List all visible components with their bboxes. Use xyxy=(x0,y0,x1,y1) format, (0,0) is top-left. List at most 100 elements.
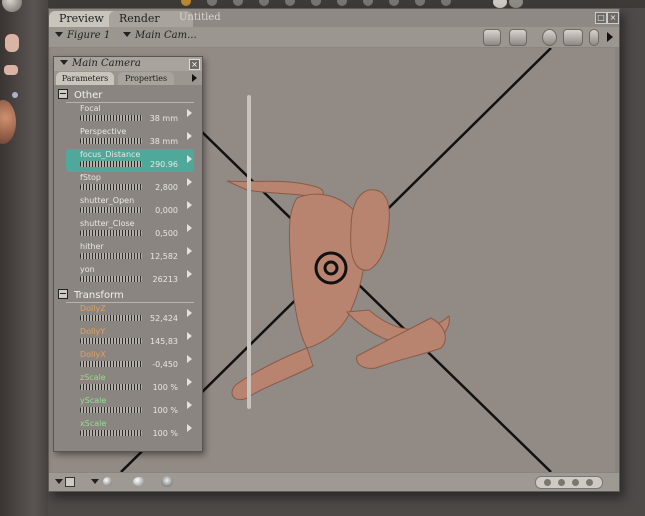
square-icon[interactable] xyxy=(65,477,75,487)
panel-scrollbar[interactable] xyxy=(247,95,251,409)
control-dot[interactable] xyxy=(415,0,425,6)
collapse-icon[interactable] xyxy=(58,89,68,99)
param-menu-icon[interactable] xyxy=(187,201,192,209)
control-dot[interactable] xyxy=(181,0,191,6)
param-dial[interactable] xyxy=(80,361,142,367)
param-value[interactable]: 12,582 xyxy=(150,252,178,261)
param-dial[interactable] xyxy=(80,115,142,121)
param-dial[interactable] xyxy=(80,161,142,167)
param-yon[interactable]: yon 26213 xyxy=(66,264,194,287)
param-menu-icon[interactable] xyxy=(187,309,192,317)
camera-icon[interactable] xyxy=(483,29,501,46)
panel-close-button[interactable]: × xyxy=(189,59,200,70)
param-menu-icon[interactable] xyxy=(187,424,192,432)
param-perspective[interactable]: Perspective 38 mm xyxy=(66,126,194,149)
param-dial[interactable] xyxy=(80,407,142,413)
control-dot[interactable] xyxy=(389,0,399,6)
param-menu-icon[interactable] xyxy=(187,401,192,409)
param-dial[interactable] xyxy=(80,315,142,321)
control-dot[interactable] xyxy=(233,0,243,6)
display-mode-pill[interactable] xyxy=(535,476,603,489)
param-dial[interactable] xyxy=(80,253,142,259)
param-menu-icon[interactable] xyxy=(187,270,192,278)
lighting-icon[interactable] xyxy=(133,477,145,486)
play-icon[interactable] xyxy=(607,32,613,42)
dot-icon[interactable] xyxy=(12,92,18,98)
param-menu-icon[interactable] xyxy=(187,355,192,363)
param-value[interactable]: 2,800 xyxy=(155,183,178,192)
param-zscale[interactable]: zScale 100 % xyxy=(66,372,194,395)
param-focal[interactable]: Focal 38 mm xyxy=(66,103,194,126)
arrow-icon[interactable] xyxy=(4,65,18,75)
collapse-icon[interactable] xyxy=(58,289,68,299)
param-menu-icon[interactable] xyxy=(187,178,192,186)
param-dial[interactable] xyxy=(80,230,142,236)
param-value[interactable]: -0,450 xyxy=(152,360,178,369)
param-dial[interactable] xyxy=(80,338,142,344)
param-dial[interactable] xyxy=(80,184,142,190)
param-menu-icon[interactable] xyxy=(187,247,192,255)
figure-icon[interactable] xyxy=(161,476,173,487)
param-value[interactable]: 100 % xyxy=(153,383,178,392)
camera-menu[interactable]: Main Cam... xyxy=(123,30,197,41)
control-dot[interactable] xyxy=(493,0,507,8)
param-dollyy[interactable]: DollyY 145,83 xyxy=(66,326,194,349)
param-dial[interactable] xyxy=(80,138,142,144)
param-shutter-close[interactable]: shutter_Close 0,500 xyxy=(66,218,194,241)
figure-menu[interactable]: Figure 1 xyxy=(55,30,110,41)
play-icon[interactable] xyxy=(192,74,197,82)
control-dot[interactable] xyxy=(509,0,523,8)
param-dollyx[interactable]: DollyX -0,450 xyxy=(66,349,194,372)
hand-icon[interactable] xyxy=(5,34,19,52)
param-dollyz[interactable]: DollyZ 52,424 xyxy=(66,303,194,326)
param-value[interactable]: 100 % xyxy=(153,429,178,438)
tab-properties[interactable]: Properties xyxy=(118,72,174,85)
lighting-icon[interactable] xyxy=(103,477,112,486)
pill-icon[interactable] xyxy=(589,29,599,46)
sphere-icon[interactable] xyxy=(542,29,557,46)
param-menu-icon[interactable] xyxy=(187,155,192,163)
param-dial[interactable] xyxy=(80,207,142,213)
control-dot[interactable] xyxy=(337,0,347,6)
control-dot[interactable] xyxy=(207,0,217,6)
chevron-down-icon[interactable] xyxy=(55,479,63,484)
param-dial[interactable] xyxy=(80,276,142,282)
control-dot[interactable] xyxy=(363,0,373,6)
param-menu-icon[interactable] xyxy=(187,132,192,140)
mode-dot[interactable] xyxy=(544,479,551,486)
trackball-icon[interactable] xyxy=(2,0,22,12)
face-icon[interactable] xyxy=(0,100,16,144)
mode-dot[interactable] xyxy=(572,479,579,486)
camera2-icon[interactable] xyxy=(509,29,527,46)
param-menu-icon[interactable] xyxy=(187,332,192,340)
control-dot[interactable] xyxy=(285,0,295,6)
param-value[interactable]: 38 mm xyxy=(150,114,178,123)
param-value[interactable]: 0,000 xyxy=(155,206,178,215)
param-hither[interactable]: hither 12,582 xyxy=(66,241,194,264)
control-dot[interactable] xyxy=(441,0,451,6)
param-value[interactable]: 26213 xyxy=(153,275,178,284)
param-value[interactable]: 38 mm xyxy=(150,137,178,146)
maximize-button[interactable]: □ xyxy=(595,12,607,24)
param-shutter-open[interactable]: shutter_Open 0,000 xyxy=(66,195,194,218)
param-yscale[interactable]: yScale 100 % xyxy=(66,395,194,418)
group-transform[interactable]: Transform xyxy=(54,289,202,302)
param-value[interactable]: 52,424 xyxy=(150,314,178,323)
param-fstop[interactable]: fStop 2,800 xyxy=(66,172,194,195)
param-value[interactable]: 0,500 xyxy=(155,229,178,238)
param-menu-icon[interactable] xyxy=(187,224,192,232)
close-button[interactable]: × xyxy=(607,12,619,24)
param-xscale[interactable]: xScale 100 % xyxy=(66,418,194,441)
control-dot[interactable] xyxy=(259,0,269,6)
param-dial[interactable] xyxy=(80,384,142,390)
mode-dot[interactable] xyxy=(586,479,593,486)
param-focus-distance[interactable]: focus_Distance 290.96 xyxy=(66,149,194,172)
param-menu-icon[interactable] xyxy=(187,378,192,386)
panel-title-bar[interactable]: Main Camera × xyxy=(54,57,202,71)
param-value[interactable]: 290.96 xyxy=(150,160,178,169)
param-value[interactable]: 145,83 xyxy=(150,337,178,346)
mode-dot[interactable] xyxy=(558,479,565,486)
control-dot[interactable] xyxy=(311,0,321,6)
chevron-down-icon[interactable] xyxy=(91,479,99,484)
param-dial[interactable] xyxy=(80,430,142,436)
